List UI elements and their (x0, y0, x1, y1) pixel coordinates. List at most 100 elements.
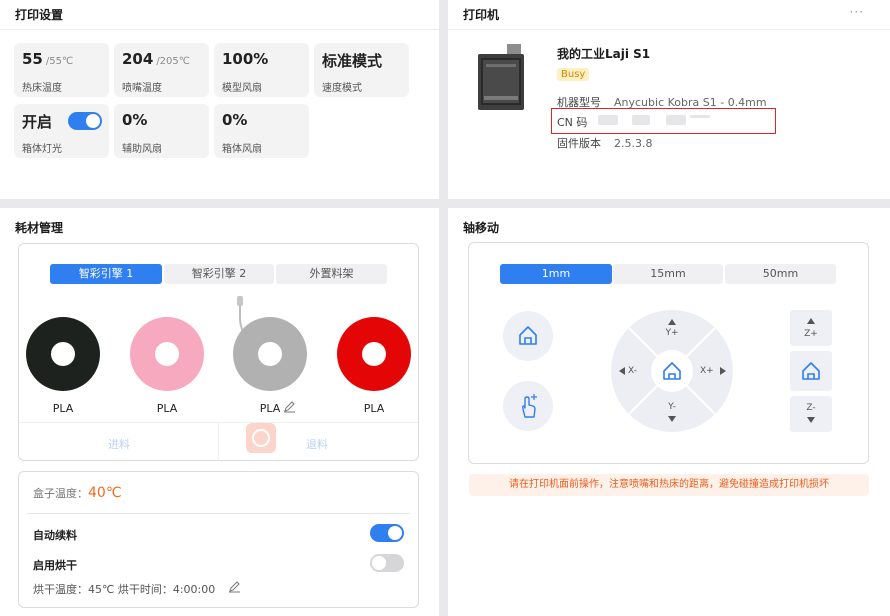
print-settings-title: 打印设置 (15, 8, 64, 22)
safety-warning: 请在打印机面前操作，注意喷嘴和热床的距离，避免碰撞造成打印机损坏 (469, 474, 869, 496)
y-minus-label: Y- (668, 402, 676, 412)
load-button[interactable]: 进料 (108, 436, 130, 452)
z-minus-label: Z- (806, 403, 816, 413)
action-row-separator (218, 423, 219, 461)
bed-temp-tile[interactable]: 55/55℃ 热床温度 (14, 43, 109, 97)
firmware-label: 固件版本 (557, 137, 601, 150)
aux-fan-tile[interactable]: 0% 辅助风扇 (114, 104, 209, 158)
spool-2[interactable] (130, 317, 204, 391)
divider (448, 29, 890, 30)
speed-mode-tile[interactable]: 标准模式 速度模式 (314, 43, 409, 97)
nozzle-temp-label: 喷嘴温度 (122, 83, 162, 94)
drying-info: 烘干温度：45℃ 烘干时间：4:00:00 (33, 583, 216, 596)
spool-hole (51, 342, 75, 366)
home-icon (663, 362, 681, 380)
print-settings-panel: 打印设置 55/55℃ 热床温度 204/205℃ 喷嘴温度 100% 模型风扇… (0, 0, 439, 199)
chamber-light-toggle[interactable] (68, 112, 102, 130)
home-all-button[interactable] (503, 311, 553, 361)
model-fan-value: 100% (222, 50, 269, 68)
xy-home-button[interactable] (652, 351, 692, 391)
spool-hole (258, 342, 282, 366)
status-badge: Busy (557, 68, 590, 81)
x-minus-button[interactable]: X- (616, 362, 650, 382)
bed-temp-value: 55 (22, 50, 43, 68)
spool-1[interactable] (26, 317, 100, 391)
speed-mode-value: 标准模式 (322, 52, 383, 70)
search-icon[interactable] (246, 423, 276, 453)
z-plus-label: Z+ (804, 329, 818, 339)
nozzle-temp-tile[interactable]: 204/205℃ 喷嘴温度 (114, 43, 209, 97)
printer-title: 打印机 (463, 8, 500, 22)
arrow-up-icon (668, 319, 676, 325)
firmware-row: 固件版本 2.5.3.8 (557, 135, 652, 151)
z-plus-button[interactable]: Z+ (790, 310, 832, 346)
spool-4[interactable] (337, 317, 411, 391)
axis-title: 轴移动 (463, 221, 500, 235)
arrow-down-icon (807, 417, 815, 423)
y-minus-button[interactable]: Y- (650, 400, 694, 428)
more-icon[interactable]: ··· (850, 5, 864, 19)
unload-button[interactable]: 退料 (306, 436, 328, 452)
box-temp-row: 盒子温度：40℃ (33, 485, 122, 501)
drying-toggle[interactable] (370, 554, 404, 572)
x-plus-label: X+ (700, 366, 714, 376)
spool-4-type: PLA (363, 402, 385, 415)
printer-image (478, 44, 524, 110)
nozzle-temp-target: /205℃ (156, 56, 190, 67)
bed-temp-label: 热床温度 (22, 83, 62, 94)
divider (0, 29, 439, 30)
step-1mm[interactable]: 1mm (500, 264, 612, 284)
tab-engine-2[interactable]: 智彩引擎 2 (164, 264, 274, 284)
filament-title: 耗材管理 (15, 221, 64, 235)
y-plus-label: Y+ (665, 328, 679, 338)
manual-move-button[interactable] (503, 381, 553, 431)
edit-icon[interactable] (228, 581, 241, 593)
toggle-knob (372, 556, 386, 570)
chamber-fan-tile[interactable]: 0% 箱体风扇 (214, 104, 309, 158)
tab-external-rack[interactable]: 外置料架 (276, 264, 387, 284)
x-plus-button[interactable]: X+ (696, 362, 730, 382)
highlight-box (551, 108, 776, 134)
toggle-knob (388, 526, 402, 540)
model-fan-label: 模型风扇 (222, 83, 262, 94)
box-temp-value: 40℃ (88, 485, 122, 501)
speed-mode-label: 速度模式 (322, 83, 362, 94)
arrow-right-icon (720, 367, 726, 375)
auto-refill-toggle[interactable] (370, 524, 404, 542)
toggle-knob (86, 114, 100, 128)
edit-icon[interactable] (283, 401, 296, 413)
step-15mm[interactable]: 15mm (613, 264, 723, 284)
auto-refill-label: 自动续料 (33, 529, 77, 542)
hand-pointer-icon (521, 394, 537, 418)
printer-name: 我的工业Laji S1 (557, 47, 651, 61)
tab-engine-1[interactable]: 智彩引擎 1 (50, 264, 162, 284)
spool-3[interactable] (233, 317, 307, 391)
y-plus-button[interactable]: Y+ (650, 316, 694, 346)
chamber-light-label: 箱体灯光 (22, 144, 62, 155)
firmware-value: 2.5.3.8 (614, 137, 653, 150)
spool-hole (362, 342, 386, 366)
drying-label: 启用烘干 (33, 559, 77, 572)
arrow-left-icon (619, 367, 625, 375)
box-divider (27, 513, 410, 514)
step-50mm[interactable]: 50mm (725, 264, 836, 284)
model-fan-tile[interactable]: 100% 模型风扇 (214, 43, 309, 97)
arrow-down-icon (668, 416, 676, 422)
bed-temp-target: /55℃ (45, 56, 74, 67)
arrow-up-icon (807, 318, 815, 324)
aux-fan-value: 0% (122, 111, 148, 129)
chamber-fan-value: 0% (222, 111, 248, 129)
nozzle-temp-value: 204 (122, 50, 154, 68)
z-home-button[interactable] (790, 351, 832, 391)
home-icon (802, 362, 820, 380)
spool-1-type: PLA (52, 402, 74, 415)
home-icon (519, 326, 537, 345)
chamber-fan-label: 箱体风扇 (222, 144, 262, 155)
box-temp-label: 盒子温度： (33, 487, 88, 500)
x-minus-label: X- (628, 366, 637, 376)
chamber-light-tile: 开启 箱体灯光 (14, 104, 109, 158)
chamber-light-value: 开启 (22, 113, 53, 131)
z-minus-button[interactable]: Z- (790, 396, 832, 432)
aux-fan-label: 辅助风扇 (122, 144, 162, 155)
spool-hole (155, 342, 179, 366)
